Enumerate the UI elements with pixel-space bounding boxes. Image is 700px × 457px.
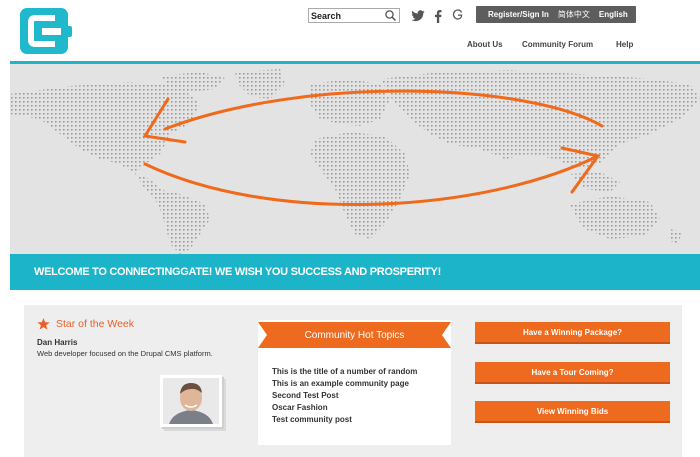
avatar-photo (163, 378, 219, 424)
winning-package-button[interactable]: Have a Winning Package? (475, 322, 670, 344)
tour-coming-button[interactable]: Have a Tour Coming? (475, 362, 670, 384)
search-icon[interactable] (384, 9, 397, 22)
search-box (308, 8, 400, 23)
star-person-name[interactable]: Dan Harris (37, 338, 77, 347)
nav-about-us[interactable]: About Us (467, 40, 503, 49)
world-map-banner (10, 64, 700, 254)
nav-community-forum[interactable]: Community Forum (522, 40, 593, 49)
hot-topic-link[interactable]: This is an example community page (272, 378, 417, 390)
google-plus-icon[interactable] (450, 8, 464, 24)
star-of-the-week-heading: Star of the Week (37, 318, 134, 330)
welcome-message: WELCOME TO CONNECTINGGATE! WE WISH YOU S… (34, 266, 441, 278)
star-person-description: Web developer focused on the Drupal CMS … (37, 349, 213, 358)
register-sign-in-link[interactable]: Register/Sign In (488, 10, 549, 19)
nav-help[interactable]: Help (616, 40, 633, 49)
star-of-the-week-title: Star of the Week (56, 318, 135, 330)
chinese-language-link[interactable]: 简体中文 (558, 9, 590, 20)
hot-topic-link[interactable]: Oscar Fashion (272, 402, 417, 414)
account-language-bar: Register/Sign In 简体中文 English (476, 6, 636, 23)
hot-topic-link[interactable]: This is the title of a number of random (272, 366, 417, 378)
star-person-avatar[interactable] (160, 375, 222, 427)
site-logo[interactable] (20, 8, 72, 56)
english-language-link[interactable]: English (599, 10, 628, 19)
star-icon (37, 318, 50, 330)
facebook-icon[interactable] (432, 8, 444, 24)
hot-topic-link[interactable]: Second Test Post (272, 390, 417, 402)
welcome-strip: WELCOME TO CONNECTINGGATE! WE WISH YOU S… (10, 254, 700, 290)
twitter-icon[interactable] (410, 8, 426, 24)
view-winning-bids-button[interactable]: View Winning Bids (475, 401, 670, 423)
hot-topics-title: Community Hot Topics (304, 329, 405, 341)
hot-topics-list: This is the title of a number of random … (272, 366, 417, 426)
logo-mark (20, 8, 72, 54)
world-map-graphic (10, 69, 700, 254)
search-input[interactable] (309, 9, 383, 22)
hot-topic-link[interactable]: Test community post (272, 414, 417, 426)
